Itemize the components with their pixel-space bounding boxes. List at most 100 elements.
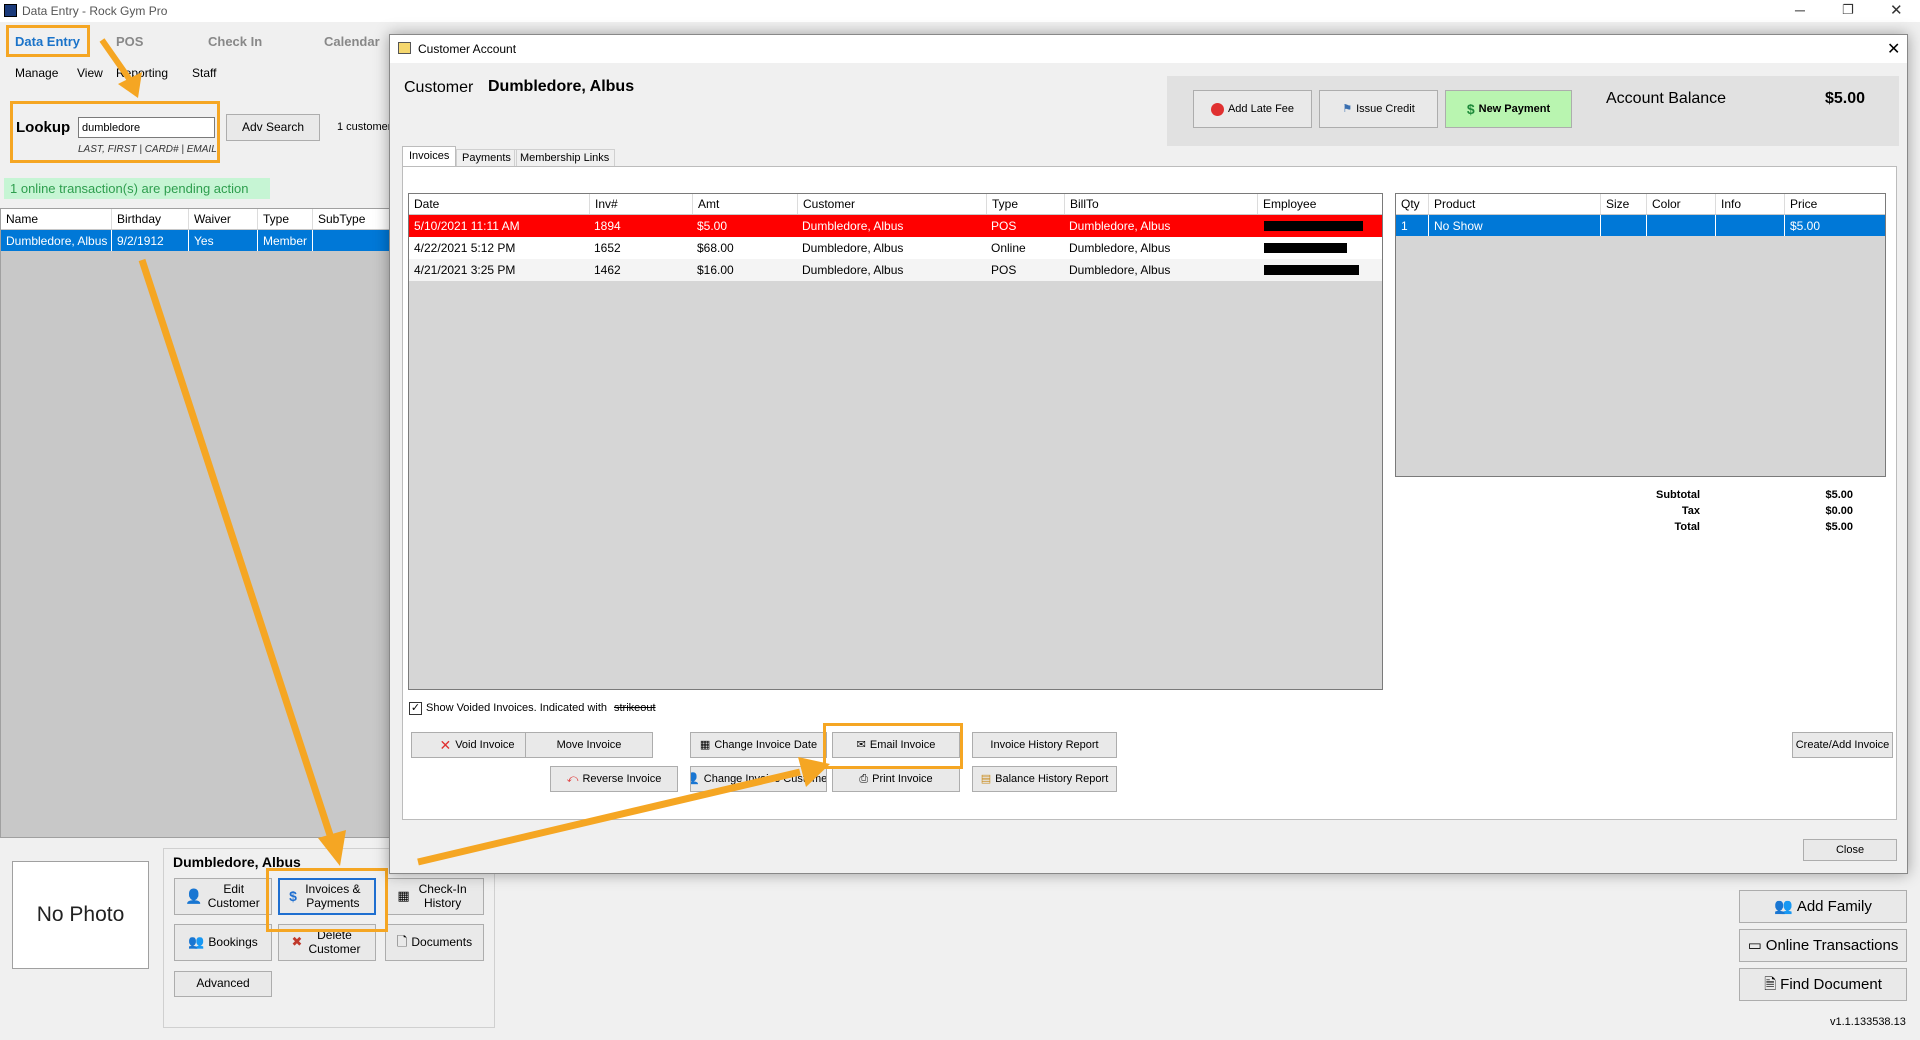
total-value: $5.00 (1825, 521, 1853, 533)
reverse-invoice-button[interactable]: ⤺ Reverse Invoice (550, 766, 678, 792)
invoice-billto: Dumbledore, Albus (1069, 263, 1171, 277)
minimize-icon[interactable]: ─ (1795, 2, 1805, 18)
invoice-date: 4/22/2021 5:12 PM (414, 241, 516, 255)
invoice-row[interactable]: 5/10/2021 11:11 AM 1894 $5.00 Dumbledore… (409, 215, 1382, 237)
create-add-invoice-button[interactable]: Create/Add Invoice (1792, 732, 1893, 758)
invoice-billto: Dumbledore, Albus (1069, 219, 1171, 233)
issue-credit-button[interactable]: ⚑ Issue Credit (1319, 90, 1438, 128)
item-color (1646, 215, 1715, 236)
tab-calendar[interactable]: Calendar (324, 34, 380, 49)
menu-reporting[interactable]: Reporting (116, 66, 168, 80)
change-invoice-customer-button[interactable]: 👤 Change Invoice Customer (690, 766, 827, 792)
documents-button[interactable]: 🗋 Documents (385, 924, 484, 961)
tab-payments[interactable]: Payments (456, 149, 517, 167)
checkin-history-button[interactable]: ▦ Check-In History (385, 878, 484, 915)
col-date[interactable]: Date (409, 194, 589, 214)
col-type[interactable]: Type (986, 194, 1064, 214)
change-invoice-customer-label: Change Invoice Customer (703, 772, 827, 785)
dialog-title-bar: Customer Account ✕ (390, 35, 1907, 63)
col-type[interactable]: Type (257, 209, 312, 229)
window-close-icon[interactable]: ✕ (1890, 1, 1903, 19)
online-transactions-button[interactable]: ▭ Online Transactions (1739, 929, 1907, 962)
col-customer[interactable]: Customer (797, 194, 986, 214)
add-late-fee-button[interactable]: Add Late Fee (1193, 90, 1312, 128)
invoices-payments-highlight (266, 868, 388, 932)
add-family-icon: 👥 (1774, 897, 1793, 915)
menu-view[interactable]: View (77, 66, 103, 80)
col-color[interactable]: Color (1646, 194, 1715, 214)
dollar-icon: $ (1466, 100, 1475, 117)
col-info[interactable]: Info (1715, 194, 1784, 214)
employee-redacted (1259, 215, 1363, 237)
col-size[interactable]: Size (1600, 194, 1646, 214)
col-amt[interactable]: Amt (692, 194, 797, 214)
maximize-icon[interactable]: ❐ (1842, 2, 1854, 18)
balance-value: $5.00 (1825, 90, 1866, 107)
email-invoice-highlight (823, 723, 963, 769)
tab-check-in[interactable]: Check In (208, 34, 262, 49)
balance-history-report-button[interactable]: ▤ Balance History Report (972, 766, 1117, 792)
invoice-customer: Dumbledore, Albus (802, 263, 904, 277)
menu-manage[interactable]: Manage (15, 66, 58, 80)
col-birthday[interactable]: Birthday (111, 209, 183, 229)
items-header: Qty Product Size Color Info Price (1396, 194, 1885, 215)
bookings-button[interactable]: 👥 Bookings (174, 924, 272, 961)
reverse-invoice-label: Reverse Invoice (582, 772, 662, 785)
tab-membership-links[interactable]: Membership Links (514, 149, 616, 167)
calendar-icon: ▦ (397, 888, 410, 904)
col-name[interactable]: Name (1, 209, 111, 229)
adv-search-button[interactable]: Adv Search (226, 114, 320, 141)
item-product: No Show (1428, 215, 1600, 236)
col-employee[interactable]: Employee (1257, 194, 1382, 214)
customer-label: Customer (404, 79, 474, 96)
tab-pos[interactable]: POS (116, 34, 143, 49)
col-billto[interactable]: BillTo (1064, 194, 1257, 214)
stop-icon (1210, 102, 1224, 116)
col-waiver[interactable]: Waiver (188, 209, 252, 229)
item-qty: 1 (1401, 218, 1408, 233)
dialog-close-button[interactable]: Close (1803, 839, 1897, 861)
find-document-button[interactable]: 🗎 Find Document (1739, 968, 1907, 1001)
invoice-history-report-button[interactable]: Invoice History Report (972, 732, 1117, 758)
dialog-close-icon[interactable]: ✕ (1887, 39, 1900, 59)
invoice-type: POS (991, 263, 1017, 277)
employee-redacted (1259, 237, 1347, 259)
item-size (1600, 215, 1646, 236)
show-voided-label: Show Voided Invoices. Indicated with (426, 702, 608, 714)
col-price[interactable]: Price (1784, 194, 1885, 214)
change-invoice-date-button[interactable]: ▦ Change Invoice Date (690, 732, 827, 758)
invoice-row[interactable]: 4/22/2021 5:12 PM 1652 $68.00 Dumbledore… (409, 237, 1382, 259)
col-inv[interactable]: Inv# (589, 194, 692, 214)
online-icon: ▭ (1747, 936, 1762, 954)
col-product[interactable]: Product (1428, 194, 1600, 214)
title-bar: Data Entry - Rock Gym Pro ─ ❐ ✕ (0, 0, 1920, 22)
print-invoice-button[interactable]: ⎙ Print Invoice (832, 766, 960, 792)
user-edit-icon: 👤 (185, 888, 203, 905)
edit-customer-button[interactable]: 👤 Edit Customer (174, 878, 272, 915)
new-payment-button[interactable]: $ New Payment (1445, 90, 1572, 128)
documents-label: Documents (411, 934, 473, 949)
customer-account-dialog: Customer Account ✕ Customer Dumbledore, … (389, 34, 1908, 874)
add-family-button[interactable]: 👥 Add Family (1739, 890, 1907, 923)
item-info (1715, 215, 1784, 236)
move-invoice-button[interactable]: Move Invoice (525, 732, 653, 758)
app-icon (4, 4, 17, 17)
pending-banner[interactable]: 1 online transaction(s) are pending acti… (4, 178, 270, 199)
menu-staff[interactable]: Staff (192, 66, 216, 80)
edit-customer-label: Edit Customer (207, 881, 260, 910)
void-invoice-button[interactable]: ✕ Void Invoice (411, 732, 543, 758)
invoice-row[interactable]: 4/21/2021 3:25 PM 1462 $16.00 Dumbledore… (409, 259, 1382, 281)
customer-row[interactable]: Dumbledore, Albus 9/2/1912 Yes Member (1, 230, 389, 251)
reverse-icon: ⤺ (566, 772, 579, 785)
show-voided-checkbox[interactable]: ✓ (409, 702, 422, 715)
report-icon: ▤ (980, 772, 992, 785)
print-invoice-label: Print Invoice (872, 772, 933, 785)
customer-row-waiver: Yes (188, 230, 252, 251)
advanced-button[interactable]: Advanced (174, 971, 272, 997)
tab-invoices[interactable]: Invoices (402, 146, 457, 167)
delete-customer-label: Delete Customer (308, 927, 361, 956)
col-subtype[interactable]: SubType (312, 209, 390, 229)
col-qty[interactable]: Qty (1396, 194, 1428, 214)
photo-box[interactable]: No Photo (12, 861, 149, 969)
item-row[interactable]: 1 No Show $5.00 (1396, 215, 1885, 236)
